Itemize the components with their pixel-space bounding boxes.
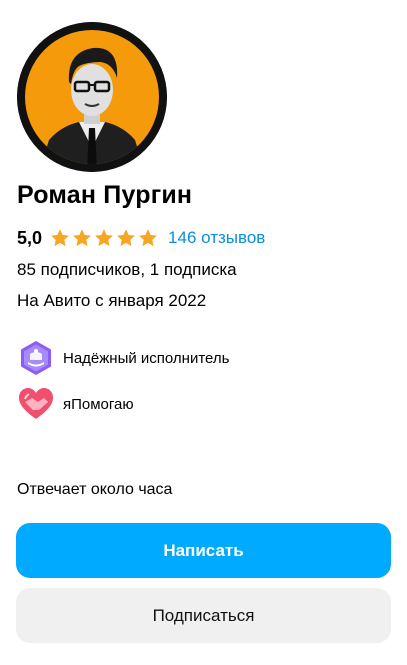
star-icon [117,229,135,247]
seller-name: Роман Пургин [17,181,193,209]
reliable-executor-icon [21,341,51,375]
member-since: На Авито с января 2022 [17,291,207,310]
followers-info[interactable]: 85 подписчиков, 1 подписка [17,260,237,280]
star-icon [95,229,113,247]
star-icon [51,229,69,247]
badge-reliable-executor[interactable]: Надёжный исполнитель [17,340,229,376]
badge-label: Надёжный исполнитель [63,349,230,367]
badge-label: яПомогаю [63,395,134,413]
avatar-portrait-image [17,22,167,172]
badge-ya-pomogayu[interactable]: яПомогаю [17,386,134,422]
rating-value: 5,0 [17,227,43,248]
star-icon [139,229,157,247]
heart-handshake-icon [19,388,53,419]
reviews-link[interactable]: 146 отзывов [168,228,265,248]
subscribe-button[interactable]: Подписаться [16,588,391,643]
rating-row: 5,0 146 отзывов [17,226,265,250]
response-time: Отвечает около часа [17,481,173,498]
write-message-button[interactable]: Написать [16,523,391,578]
seller-avatar[interactable] [17,22,167,172]
rating-stars [50,228,158,248]
star-icon [73,229,91,247]
